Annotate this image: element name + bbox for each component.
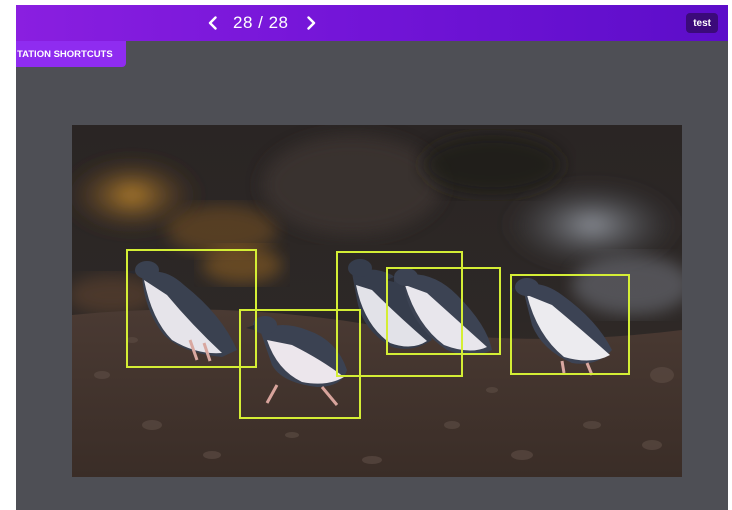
left-margin (0, 0, 16, 510)
annotated-image[interactable] (72, 125, 682, 477)
right-margin (728, 0, 732, 510)
next-image-button[interactable] (299, 11, 323, 35)
page-counter: 28 / 28 (233, 13, 289, 32)
annotation-shortcuts-button[interactable]: TATION SHORTCUTS (16, 41, 126, 67)
pager: 28 / 28 (201, 5, 323, 41)
user-badge[interactable]: test (686, 13, 718, 33)
bounding-box[interactable] (386, 267, 501, 355)
chevron-left-icon (208, 16, 217, 30)
top-bar: 28 / 28 test (16, 5, 728, 41)
prev-image-button[interactable] (201, 11, 225, 35)
chevron-right-icon (306, 16, 315, 30)
bounding-box[interactable] (126, 249, 257, 368)
bounding-box[interactable] (510, 274, 630, 375)
